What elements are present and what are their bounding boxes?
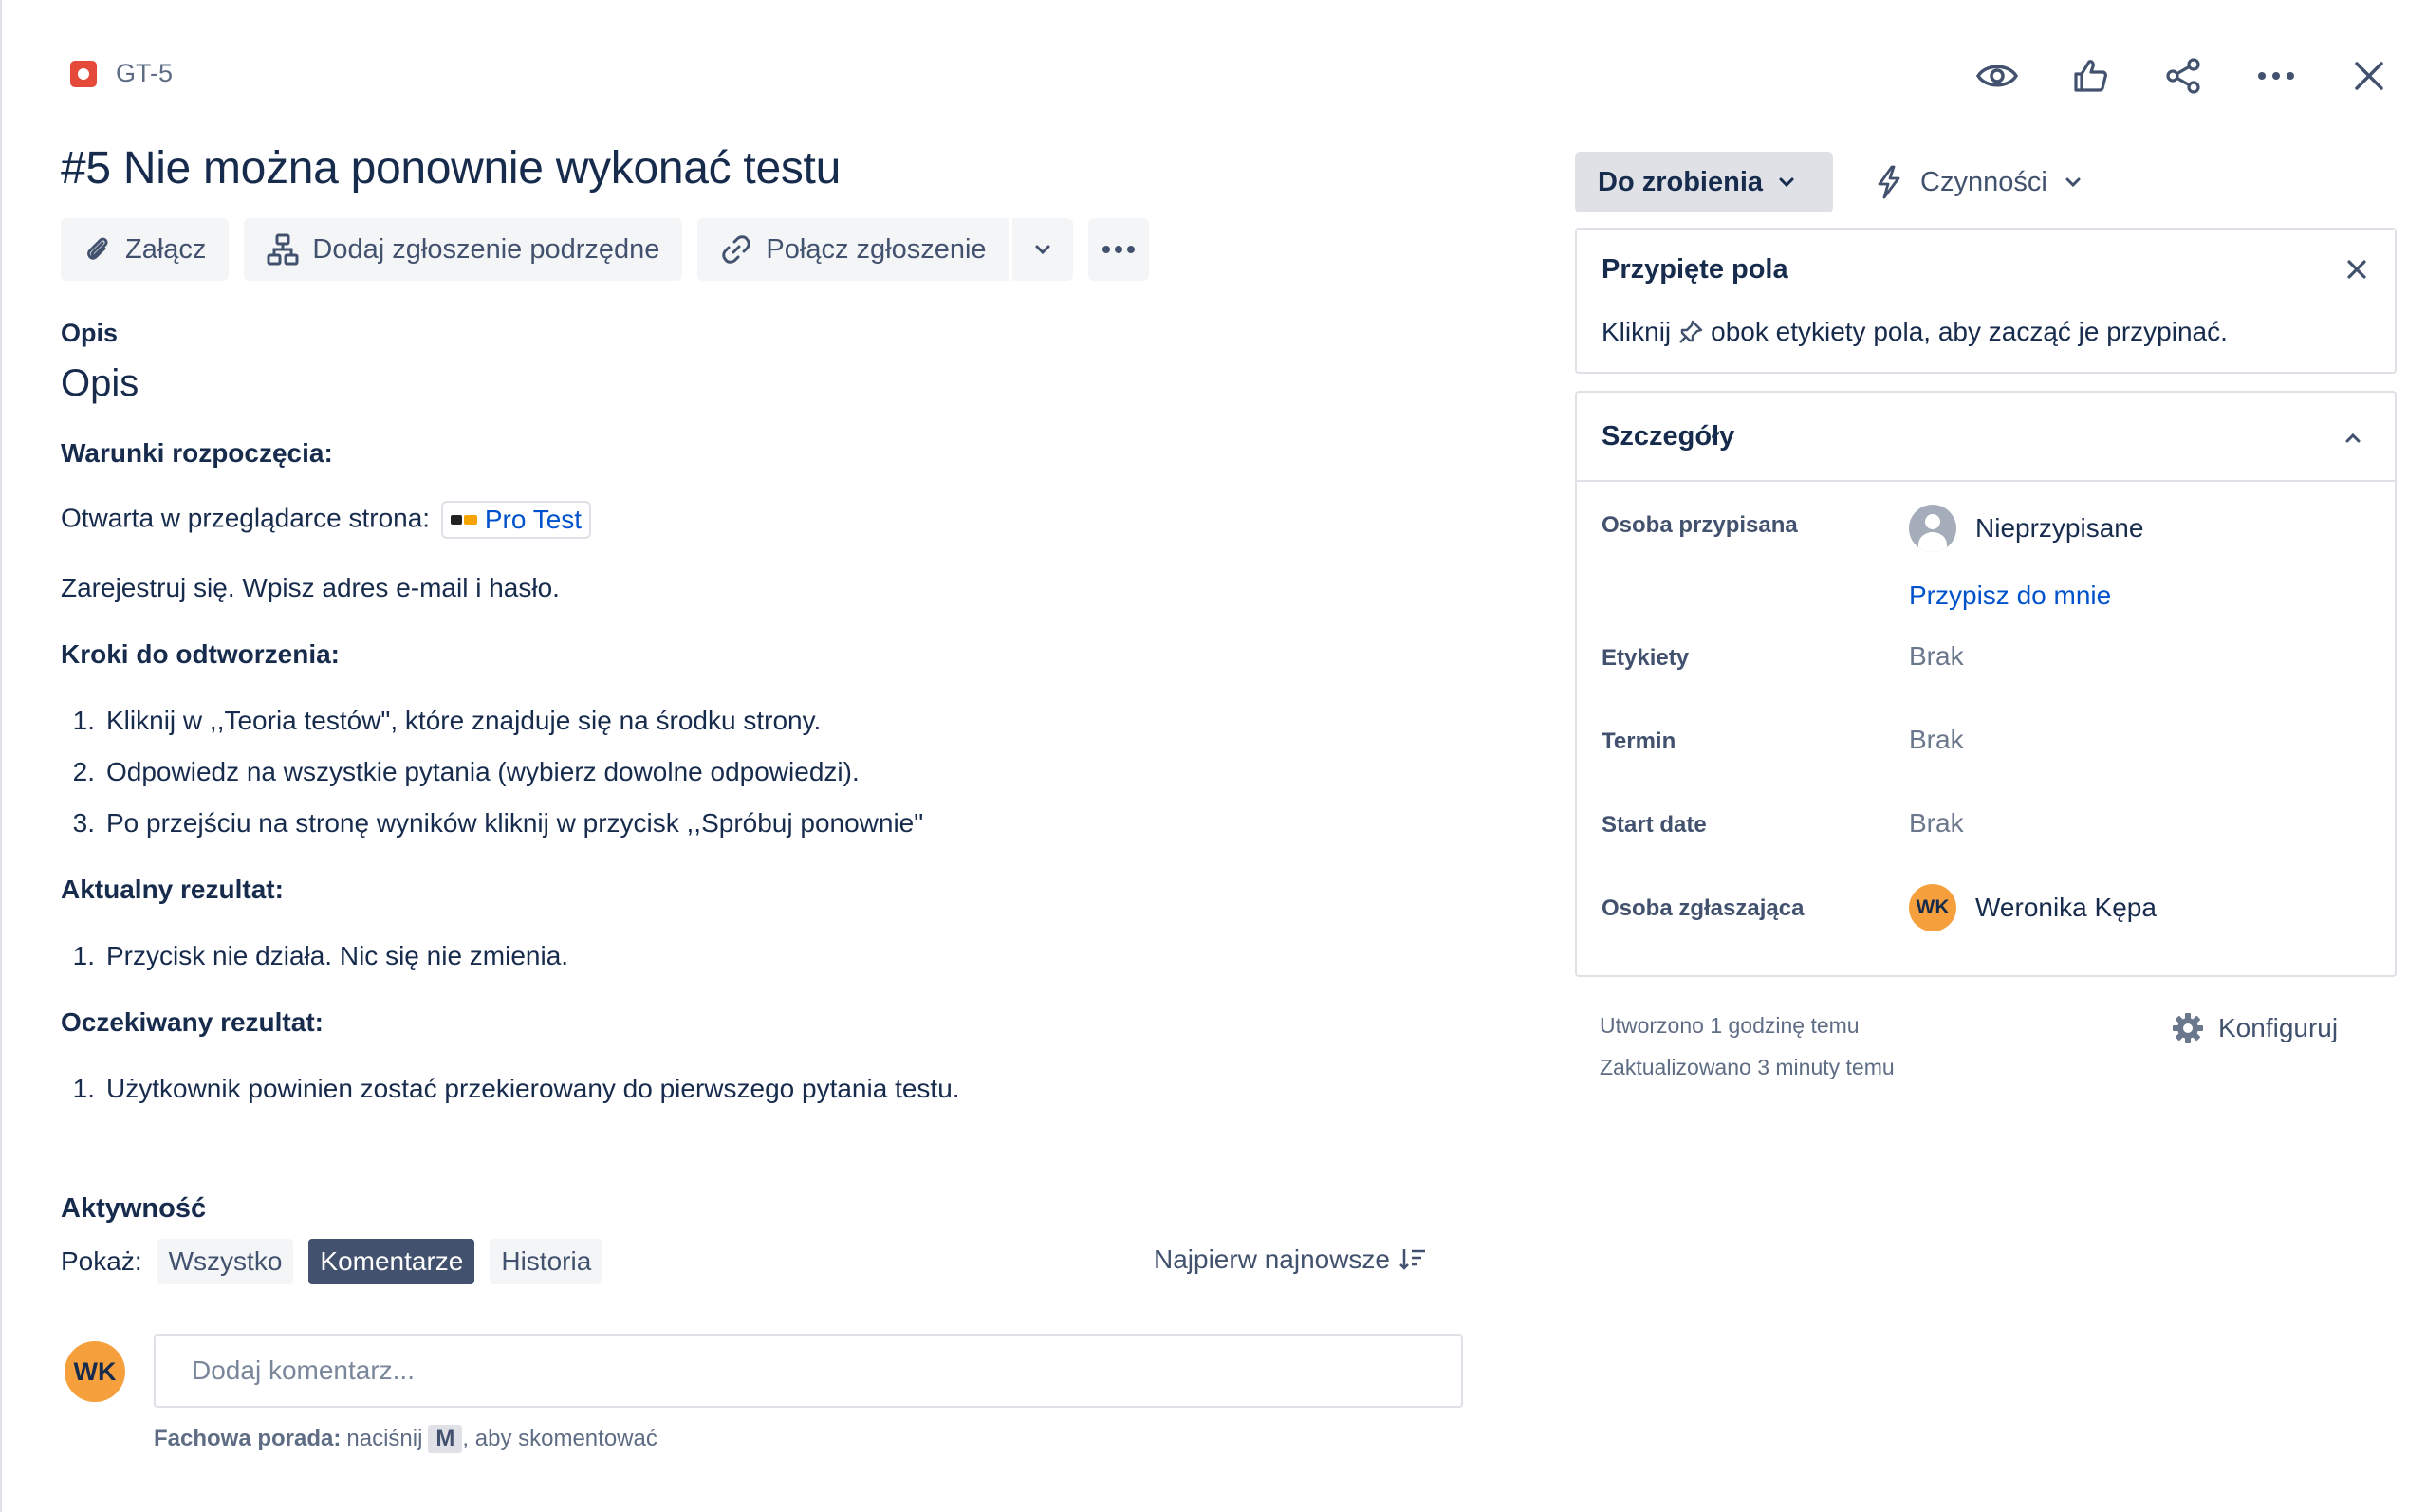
opened-page-text: Otwarta w przeglądarce strona: xyxy=(61,503,431,533)
filter-comments[interactable]: Komentarze xyxy=(308,1239,475,1284)
thumbs-up-icon[interactable] xyxy=(2062,49,2119,102)
more-actions-icon[interactable] xyxy=(2248,49,2305,102)
opened-page-line: Otwarta w przeglądarce strona: Pro Test xyxy=(61,501,592,539)
show-label: Pokaż: xyxy=(61,1246,142,1276)
filter-history[interactable]: Historia xyxy=(490,1239,603,1284)
details-header[interactable]: Szczegóły xyxy=(1577,393,2395,482)
sort-newest-button[interactable]: Najpierw najnowsze xyxy=(1154,1245,1426,1275)
chevron-up-icon[interactable] xyxy=(2336,421,2370,455)
pro-test-smart-link[interactable]: Pro Test xyxy=(440,501,592,539)
link-issue-label: Połącz zgłoszenie xyxy=(766,233,987,265)
pinned-fields-panel: Przypięte pola Kliknij obok etykiety pol… xyxy=(1575,228,2397,374)
more-icon xyxy=(1102,246,1135,253)
status-dropdown-button[interactable]: Do zrobienia xyxy=(1575,152,1833,212)
issue-key-breadcrumb[interactable]: GT-5 xyxy=(70,59,173,88)
list-item: 3. Po przejściu na stronę wyników kliknij… xyxy=(72,808,924,838)
list-item: 1. Użytkownik powinien zostać przekierowa… xyxy=(72,1074,960,1103)
paperclip-icon xyxy=(87,237,108,260)
add-comment-input[interactable] xyxy=(154,1334,1463,1408)
link-issue-dropdown[interactable] xyxy=(1012,218,1073,281)
description-field-label: Opis xyxy=(61,319,119,347)
close-pinned-icon[interactable] xyxy=(2338,250,2376,288)
actual-result-list: 1. Przycisk nie działa. Nic się nie zmien… xyxy=(61,941,568,992)
pinned-fields-text: Kliknij obok etykiety pola, aby zacząć j… xyxy=(1602,317,2228,346)
reporter-value[interactable]: WK Weronika Kępa xyxy=(1909,884,2157,931)
reporter-avatar: WK xyxy=(1909,884,1956,931)
due-date-label: Termin xyxy=(1602,728,1676,754)
close-icon[interactable] xyxy=(2341,49,2398,102)
start-date-label: Start date xyxy=(1602,812,1707,838)
assignee-label: Osoba przypisana xyxy=(1602,512,1798,538)
add-child-label: Dodaj zgłoszenie podrzędne xyxy=(312,233,660,265)
attach-button[interactable]: Załącz xyxy=(61,218,230,281)
list-item: 1. Przycisk nie działa. Nic się nie zmien… xyxy=(72,941,569,970)
due-date-value[interactable]: Brak xyxy=(1909,725,1964,755)
list-item: 2. Odpowiedz na wszystkie pytania (wybier… xyxy=(72,757,860,786)
details-panel: Szczegóły Osoba przypisana Nieprzypisane… xyxy=(1575,391,2397,977)
preconditions-heading: Warunki rozpoczęcia: xyxy=(61,438,333,468)
pin-icon xyxy=(1679,320,1703,343)
sort-label: Najpierw najnowsze xyxy=(1154,1245,1391,1274)
filter-all[interactable]: Wszystko xyxy=(157,1239,294,1284)
smart-link-label: Pro Test xyxy=(484,505,583,534)
lightning-icon xyxy=(1878,165,1900,199)
status-label: Do zrobienia xyxy=(1598,166,1764,197)
share-icon[interactable] xyxy=(2155,49,2212,102)
description-heading: Opis xyxy=(61,362,139,404)
assign-to-me-link[interactable]: Przypisz do mnie xyxy=(1909,581,2111,611)
hierarchy-icon xyxy=(267,233,299,266)
keyboard-shortcut-key: M xyxy=(428,1425,463,1453)
chevron-down-icon xyxy=(1035,245,1050,255)
actual-result-heading: Aktualny rezultat: xyxy=(61,875,284,904)
labels-label: Etykiety xyxy=(1602,645,1690,671)
issue-top-actions xyxy=(1969,49,2398,102)
issue-title[interactable]: #5 Nie można ponownie wykonać testu xyxy=(61,142,841,194)
pro-tip: Fachowa porada: naciśnij M , aby skoment… xyxy=(154,1425,657,1453)
chevron-down-icon xyxy=(1779,177,1794,188)
attach-label: Załącz xyxy=(125,233,207,265)
start-date-value[interactable]: Brak xyxy=(1909,808,1964,839)
sort-icon xyxy=(1399,1249,1426,1270)
actions-label: Czynności xyxy=(1920,166,2047,197)
activity-heading: Aktywność xyxy=(61,1193,207,1224)
expected-result-heading: Oczekiwany rezultat: xyxy=(61,1007,324,1037)
activity-filter-row: Pokaż: Wszystko Komentarze Historia xyxy=(61,1239,603,1284)
details-heading: Szczegóły xyxy=(1602,421,1735,452)
labels-value[interactable]: Brak xyxy=(1909,641,1964,672)
updated-timestamp: Zaktualizowano 3 minuty temu xyxy=(1600,1055,1895,1079)
configure-button[interactable]: Konfiguruj xyxy=(2171,1011,2338,1045)
issue-key[interactable]: GT-5 xyxy=(116,59,173,88)
assignee-value[interactable]: Nieprzypisane xyxy=(1909,505,2143,552)
gear-icon xyxy=(2173,1013,2203,1043)
bug-type-icon xyxy=(70,60,97,87)
watch-eye-icon[interactable] xyxy=(1969,49,2026,102)
pinned-fields-heading: Przypięte pola xyxy=(1602,254,1788,285)
actions-dropdown-button[interactable]: Czynności xyxy=(1875,152,2082,212)
tip-text-after: , aby skomentować xyxy=(462,1426,657,1451)
link-issue-split-button: Połącz zgłoszenie xyxy=(697,218,1073,281)
steps-list: 1. Kliknij w ,,Teoria testów", które znaj… xyxy=(61,706,924,859)
link-issue-button[interactable]: Połącz zgłoszenie xyxy=(697,218,1009,281)
add-child-issue-button[interactable]: Dodaj zgłoszenie podrzędne xyxy=(244,218,683,281)
site-favicon-icon xyxy=(450,513,477,526)
toolbar-more-button[interactable] xyxy=(1087,218,1149,281)
unassigned-avatar-icon xyxy=(1909,505,1956,552)
left-border xyxy=(0,0,2,1512)
configure-label: Konfiguruj xyxy=(2218,1013,2339,1042)
link-icon xyxy=(722,235,751,264)
reporter-label: Osoba zgłaszająca xyxy=(1602,895,1805,921)
steps-heading: Kroki do odtworzenia: xyxy=(61,639,340,669)
issue-toolbar: Załącz Dodaj zgłoszenie podrzędne Połącz… xyxy=(61,218,1149,281)
list-item: 1. Kliknij w ,,Teoria testów", które znaj… xyxy=(72,706,822,735)
current-user-avatar: WK xyxy=(65,1341,125,1402)
tip-bold: Fachowa porada: xyxy=(154,1426,342,1451)
created-timestamp: Utworzono 1 godzinę temu xyxy=(1600,1013,1860,1038)
expected-result-list: 1. Użytkownik powinien zostać przekierowa… xyxy=(61,1074,960,1125)
tip-text: naciśnij xyxy=(346,1426,423,1451)
register-text: Zarejestruj się. Wpisz adres e-mail i ha… xyxy=(61,573,560,602)
chevron-down-icon xyxy=(2065,177,2081,188)
